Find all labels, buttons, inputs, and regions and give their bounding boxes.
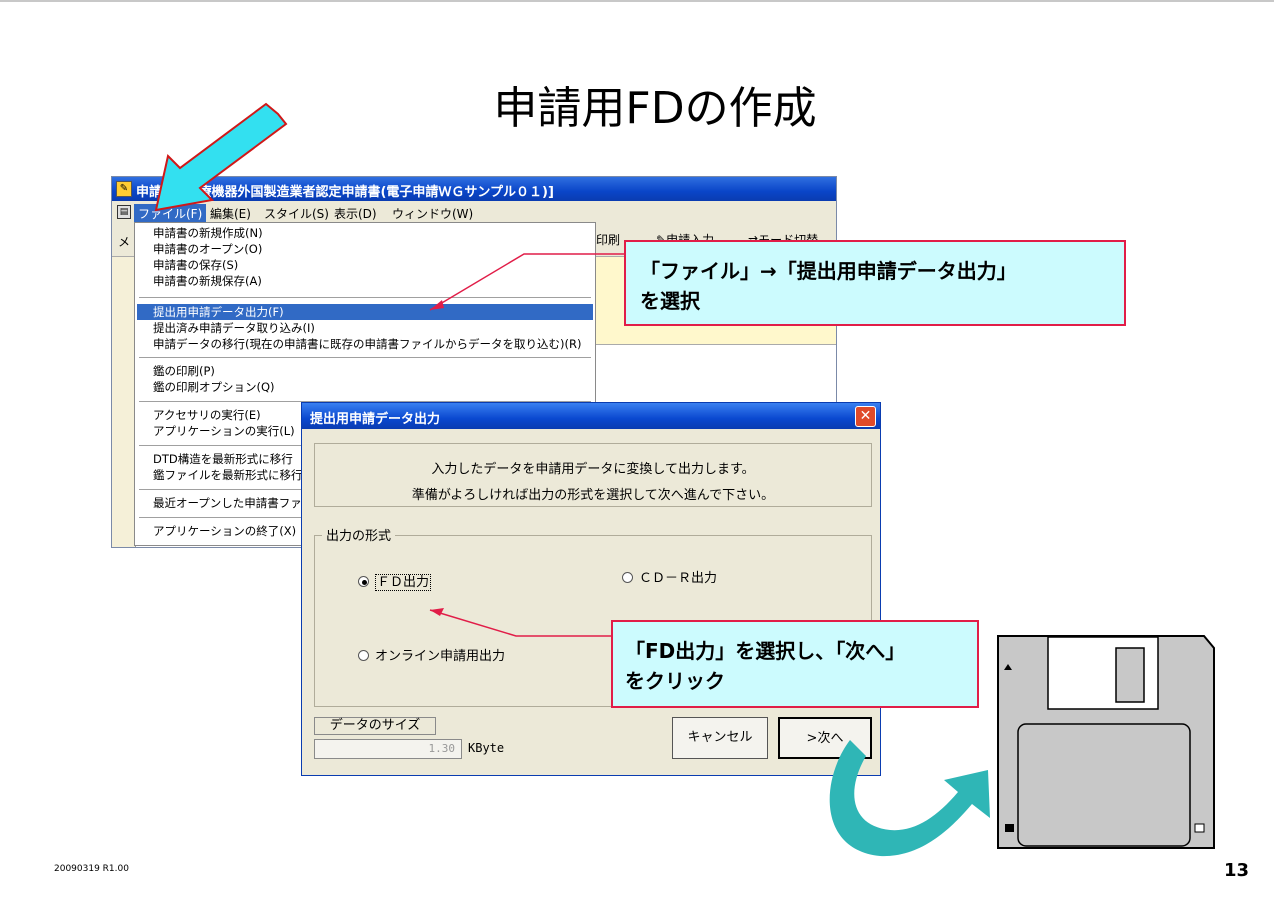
page-number: 13 <box>1224 860 1250 881</box>
pointer-arrow-icon <box>154 102 288 212</box>
annotation-overlay <box>154 102 1215 857</box>
footer-date: 20090319 R1.00 <box>54 864 129 874</box>
leader-arrowhead-icon <box>430 608 444 616</box>
leader-line-2 <box>429 609 611 637</box>
leader-arrowhead-icon <box>430 300 444 310</box>
leader-line-1 <box>429 253 624 311</box>
curved-arrow-icon <box>829 740 990 857</box>
floppy-disk-icon <box>997 635 1215 849</box>
